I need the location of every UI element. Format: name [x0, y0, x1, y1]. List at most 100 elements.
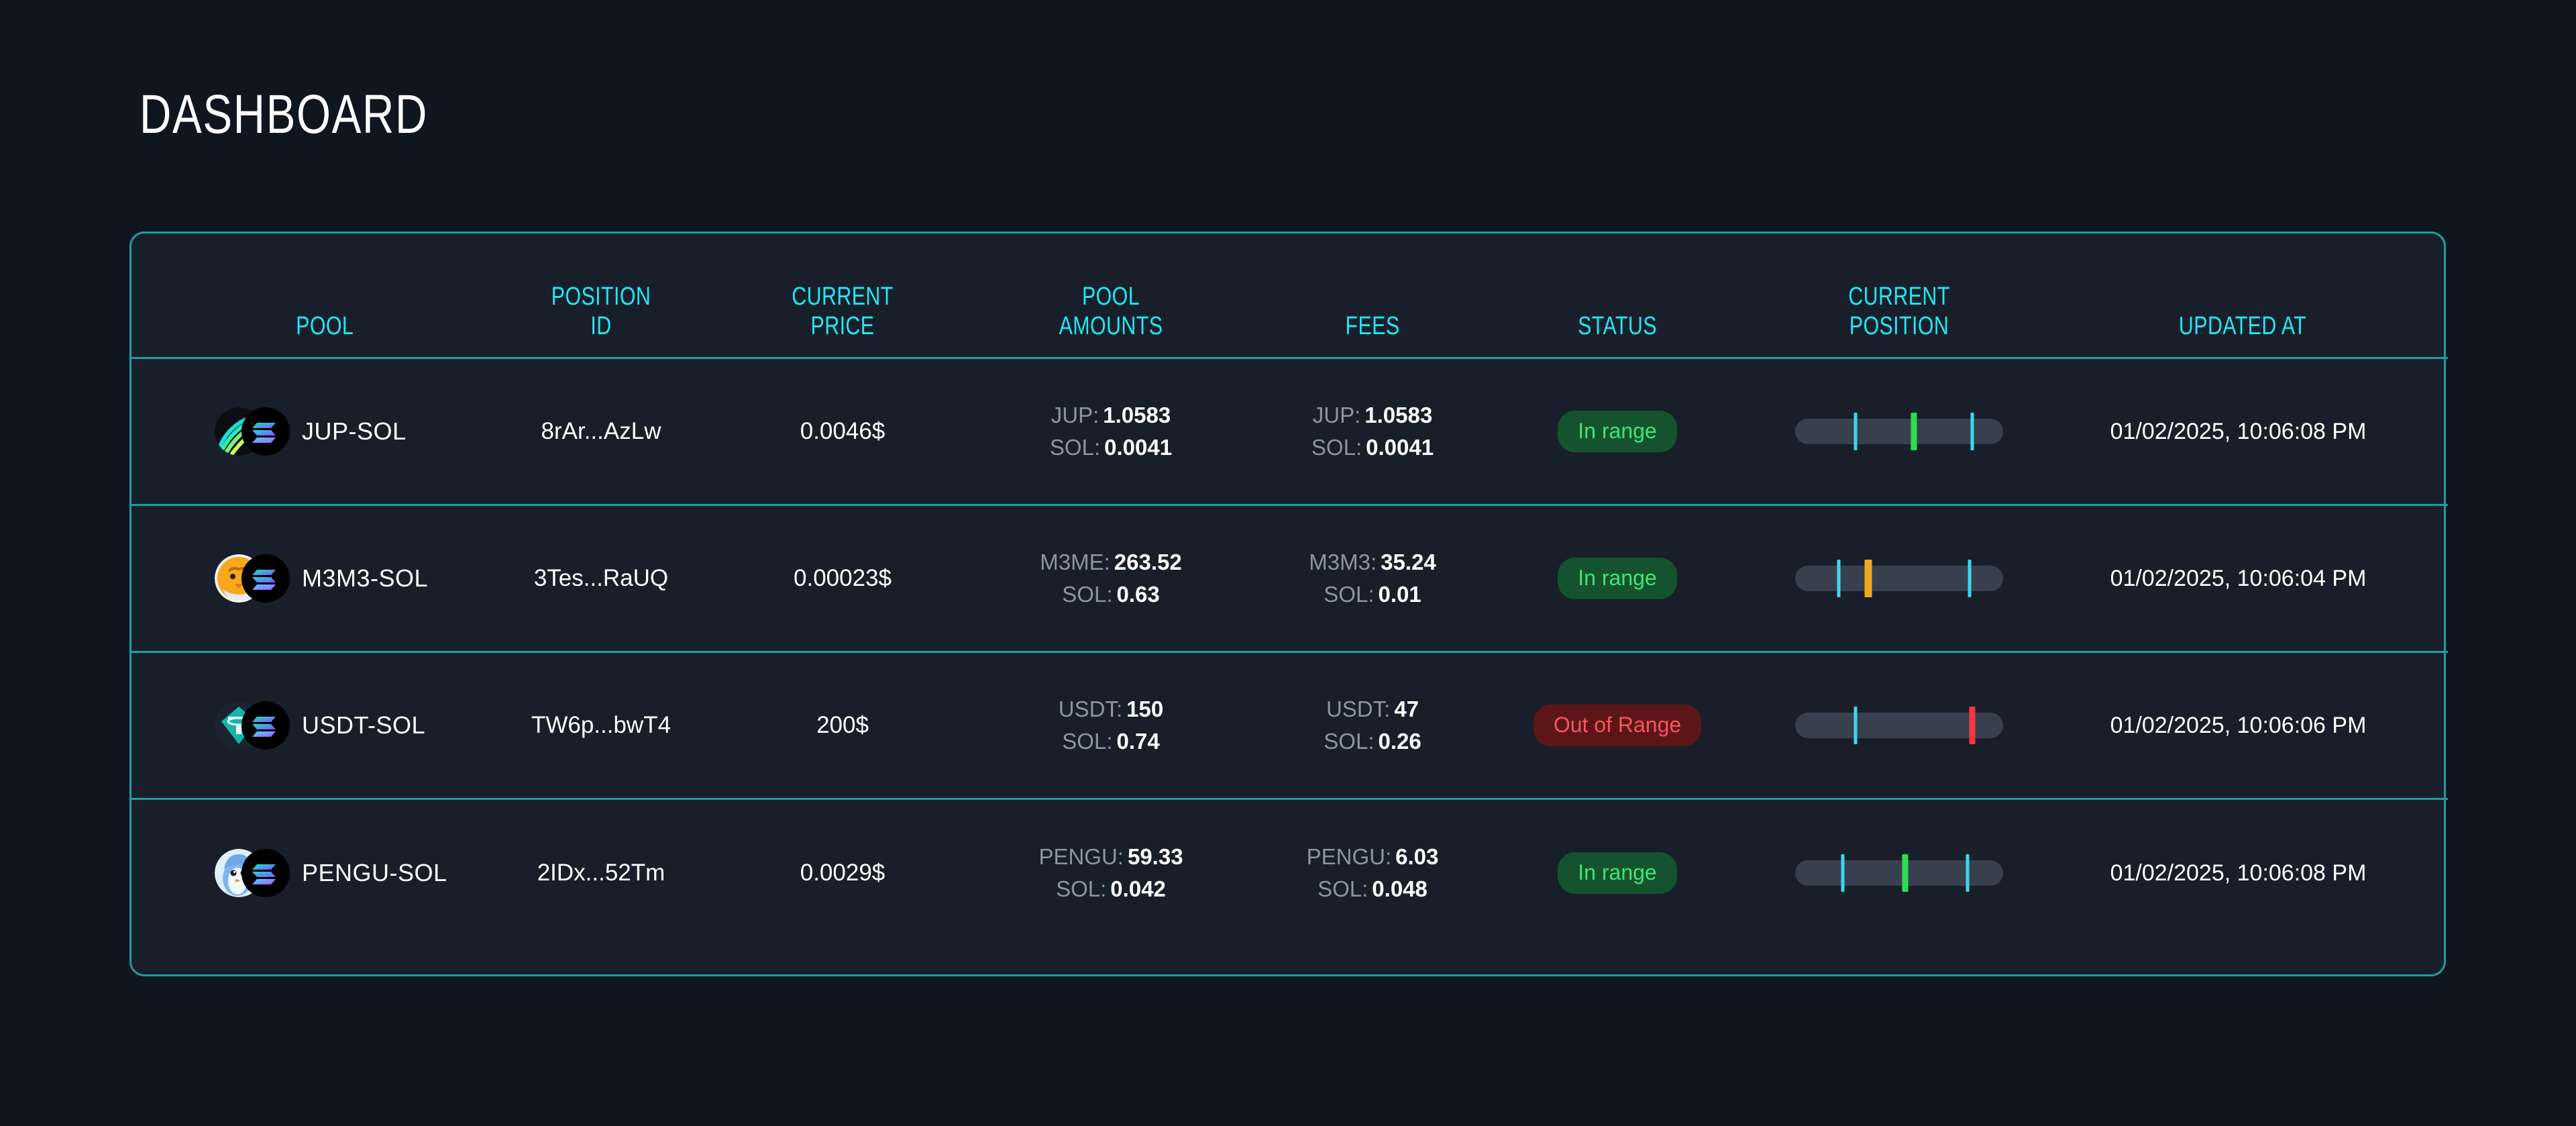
- fee-amount: SOL: 0.26: [1324, 729, 1421, 754]
- position-bar-wrap: [1741, 854, 2057, 892]
- column-header-label: UPDATED AT: [2099, 311, 2386, 341]
- cell-fees-list: JUP: 1.0583 SOL: 0.0041: [1252, 403, 1493, 460]
- column-header-label: POOL AMOUNTS: [1002, 282, 1220, 341]
- fee-amount-value: 0.26: [1378, 729, 1421, 754]
- current-price-marker: [1902, 854, 1909, 892]
- fee-amount-value: 0.048: [1372, 876, 1428, 901]
- cell-position-id[interactable]: 2IDx...52Tm: [487, 799, 715, 946]
- column-header-label: FEES: [1279, 311, 1466, 341]
- updated-at-value: 01/02/2025, 10:06:04 PM: [2110, 566, 2367, 591]
- pool-amount-label: SOL:: [1062, 582, 1113, 607]
- current-price-value: 0.0029$: [800, 859, 885, 886]
- column-header-line2: PRICE: [810, 312, 875, 340]
- sol-icon: [241, 554, 290, 603]
- current-price-marker: [1864, 560, 1872, 597]
- cell-updated-at: 01/02/2025, 10:06:06 PM: [2057, 652, 2448, 799]
- pool-amount-value: 150: [1126, 697, 1164, 721]
- token-pair-icons: [215, 554, 290, 603]
- cell-current-price: 200$: [715, 652, 970, 799]
- column-header-label: CURRENT PRICE: [744, 282, 941, 341]
- pool-amount-label: JUP:: [1051, 403, 1099, 427]
- cell-status: In range: [1493, 799, 1741, 946]
- table-row[interactable]: PENGU-SOL 2IDx...52Tm 0.0029$ PENGU: 59.33 SO…: [131, 799, 2448, 946]
- pool-amount: JUP: 1.0583: [1051, 403, 1171, 428]
- positions-table: POOL POSITION ID CURRENT PRICE POOL AMOUNTS FEE…: [131, 234, 2448, 946]
- cell-position-id[interactable]: 3Tes...RaUQ: [487, 505, 715, 652]
- updated-at-value: 01/02/2025, 10:06:08 PM: [2110, 860, 2367, 886]
- cell-fees: PENGU: 6.03 SOL: 0.048: [1252, 799, 1493, 946]
- table-row[interactable]: USDT-SOL TW6p...bwT4 200$ USDT: 150 SOL: 0.74 U…: [131, 652, 2448, 799]
- cell-pool: PENGU-SOL: [131, 799, 487, 946]
- fee-amount-label: PENGU:: [1306, 843, 1392, 869]
- pool-amount: SOL: 0.0041: [1050, 435, 1172, 460]
- cell-pool-amounts: PENGU: 59.33 SOL: 0.042: [970, 799, 1252, 946]
- position-id-value: 2IDx...52Tm: [537, 859, 665, 886]
- table-header: POOL POSITION ID CURRENT PRICE POOL AMOUNTS FEE…: [131, 234, 2448, 358]
- pool-name: M3M3-SOL: [302, 564, 429, 592]
- column-header-pool_amounts[interactable]: POOL AMOUNTS: [998, 234, 1224, 358]
- position-range-bar: [1795, 413, 2003, 450]
- fee-amount-label: SOL:: [1324, 729, 1375, 754]
- column-header-label: POOL: [201, 311, 448, 341]
- column-header-status[interactable]: STATUS: [1518, 234, 1717, 358]
- table-row[interactable]: M3M3-SOL 3Tes...RaUQ 0.00023$ M3ME: 263.52 SO…: [131, 505, 2448, 652]
- pool-amount-value: 59.33: [1127, 843, 1183, 869]
- column-header-line1: STATUS: [1578, 312, 1657, 340]
- cell-fees: M3M3: 35.24 SOL: 0.01: [1252, 505, 1493, 652]
- cell-position-id[interactable]: TW6p...bwT4: [487, 652, 715, 799]
- pool-amount: PENGU: 59.33: [1038, 844, 1183, 870]
- token-pair-icons: [215, 407, 290, 456]
- fee-amount-label: SOL:: [1324, 582, 1375, 607]
- current-price-value: 0.00023$: [794, 565, 892, 591]
- range-upper-marker: [1970, 413, 1974, 450]
- pool-amount: SOL: 0.74: [1062, 729, 1159, 754]
- cell-pool: USDT-SOL: [131, 652, 487, 799]
- current-price-marker: [1969, 707, 1975, 744]
- cell-current-price: 0.0029$: [715, 799, 970, 946]
- fee-amount: M3M3: 35.24: [1309, 550, 1436, 575]
- current-price-marker: [1911, 413, 1917, 450]
- table-row[interactable]: JUP-SOL 8rAr...AzLw 0.0046$ JUP: 1.0583 SOL: 0…: [131, 358, 2448, 505]
- updated-at-value: 01/02/2025, 10:06:08 PM: [2110, 419, 2367, 444]
- pool-amount-value: 263.52: [1114, 550, 1182, 574]
- position-bar-wrap: [1741, 413, 2057, 450]
- pool-name: USDT-SOL: [302, 711, 426, 739]
- cell-pool-amounts: JUP: 1.0583 SOL: 0.0041: [970, 358, 1252, 505]
- cell-pool: JUP-SOL: [131, 358, 487, 505]
- fee-amount-label: JUP:: [1312, 403, 1361, 427]
- pool-cell: USDT-SOL: [174, 701, 487, 750]
- column-header-position_id[interactable]: POSITION ID: [510, 234, 692, 358]
- column-header-label: CURRENT POSITION: [1776, 282, 2022, 341]
- fee-amount-label: M3M3:: [1309, 550, 1377, 574]
- position-id-value: 8rAr...AzLw: [541, 418, 661, 444]
- fee-amount-value: 35.24: [1381, 550, 1436, 574]
- pool-amount-value: 0.0041: [1104, 435, 1173, 460]
- fee-amount-label: SOL:: [1311, 435, 1362, 460]
- fee-amount-label: USDT:: [1326, 697, 1391, 721]
- range-lower-marker: [1854, 707, 1858, 744]
- range-upper-marker: [1966, 854, 1970, 892]
- fee-amount-value: 47: [1394, 697, 1419, 721]
- pool-name: JUP-SOL: [302, 417, 407, 445]
- status-badge: In range: [1558, 558, 1677, 599]
- cell-pool-amounts: USDT: 150 SOL: 0.74: [970, 652, 1252, 799]
- sol-icon: [241, 701, 290, 750]
- fee-amount-value: 0.01: [1378, 582, 1421, 607]
- sol-icon: [241, 848, 290, 897]
- column-header-current_price[interactable]: CURRENT PRICE: [741, 234, 945, 358]
- cell-current-position: [1741, 505, 2057, 652]
- fee-amount: SOL: 0.048: [1318, 876, 1428, 902]
- column-header-current_position[interactable]: CURRENT POSITION: [1773, 234, 2025, 358]
- cell-position-id[interactable]: 8rAr...AzLw: [487, 358, 715, 505]
- column-header-fees[interactable]: FEES: [1276, 234, 1469, 358]
- range-upper-marker: [1968, 560, 1972, 597]
- status-badge: In range: [1558, 411, 1677, 452]
- column-header-pool[interactable]: POOL: [167, 234, 451, 358]
- position-range-bar: [1795, 854, 2003, 892]
- pool-amount: M3ME: 263.52: [1040, 550, 1181, 575]
- column-header-updated_at[interactable]: UPDATED AT: [2096, 234, 2408, 358]
- fee-amount: PENGU: 6.03: [1307, 844, 1439, 870]
- pool-amount: SOL: 0.63: [1062, 582, 1159, 607]
- cell-fees: JUP: 1.0583 SOL: 0.0041: [1252, 358, 1493, 505]
- pool-cell: JUP-SOL: [174, 407, 487, 456]
